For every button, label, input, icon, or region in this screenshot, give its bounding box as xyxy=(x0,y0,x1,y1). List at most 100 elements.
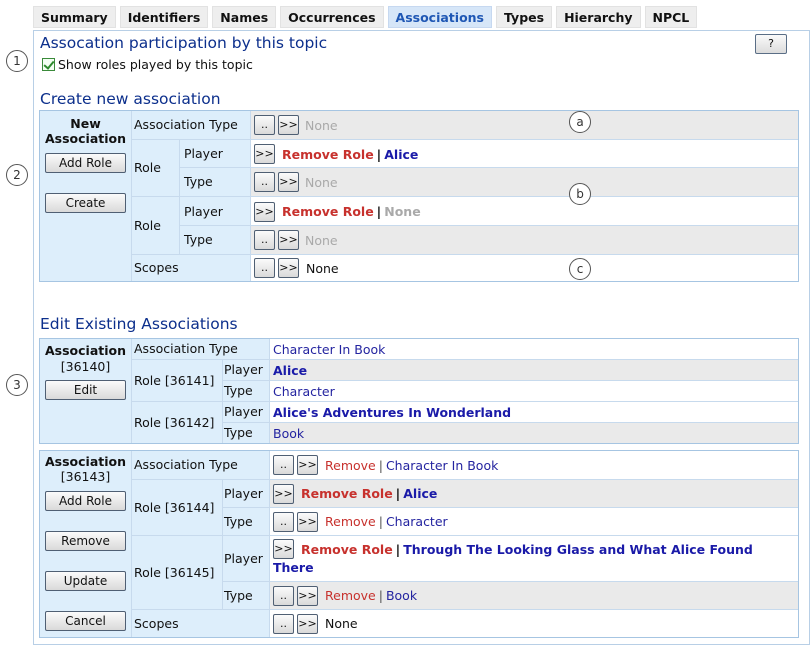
callout-marker-1: 1 xyxy=(6,50,28,72)
tab-occurrences[interactable]: Occurrences xyxy=(280,6,384,28)
add-role-button[interactable]: Add Role xyxy=(45,153,126,173)
existing-association-1-table: Association [36140] Edit Association Typ… xyxy=(39,338,799,444)
assoc-type-label: Association Type xyxy=(132,111,250,139)
role-36144-player-cell: >> Remove Role | Alice xyxy=(270,480,798,507)
role-2-player-select-button[interactable]: >> xyxy=(254,201,275,222)
separator: | xyxy=(376,146,382,162)
role-36144-player-select-button[interactable]: >> xyxy=(273,483,294,504)
role-36145-remove-role-link[interactable]: Remove Role xyxy=(301,541,393,558)
role-36145-player-cell: >> Remove Role | Through The Looking Gla… xyxy=(270,536,798,581)
role-36142-player-label: Player xyxy=(223,402,269,422)
role-1-player-select-button[interactable]: >> xyxy=(254,144,275,164)
grid-line xyxy=(222,480,223,609)
role-36145-type-browse-button[interactable]: .. xyxy=(273,585,294,606)
assoc-type-value: None xyxy=(305,117,338,133)
role-36142-type-cell: Book xyxy=(270,423,798,443)
scopes-value: None xyxy=(306,260,339,276)
role-36144-type-cell: .. >> Remove | Character xyxy=(270,508,798,535)
assoc-2-type-select-button[interactable]: >> xyxy=(297,455,318,475)
callout-marker-3: 3 xyxy=(6,374,28,396)
role-36144-remove-role-link[interactable]: Remove Role xyxy=(301,486,393,501)
tab-summary[interactable]: Summary xyxy=(33,6,116,28)
update-button[interactable]: Update xyxy=(45,571,126,591)
tab-associations[interactable]: Associations xyxy=(387,6,492,28)
role-36141-type-value[interactable]: Character xyxy=(273,384,335,399)
role-1-type-select-button[interactable]: >> xyxy=(278,172,299,192)
separator: | xyxy=(378,588,383,603)
role-36145-type-value[interactable]: Book xyxy=(386,588,417,603)
role-36142-player-value[interactable]: Alice's Adventures In Wonderland xyxy=(273,405,511,420)
role-2-player-value: None xyxy=(384,204,421,219)
scopes-browse-button[interactable]: .. xyxy=(254,258,275,278)
role-1-player-value[interactable]: Alice xyxy=(384,147,418,162)
tab-types[interactable]: Types xyxy=(496,6,553,28)
callout-marker-b: b xyxy=(569,183,591,205)
assoc-type-select-button[interactable]: >> xyxy=(278,115,299,135)
role-1-label: Role xyxy=(132,140,179,196)
role-1-player-label: Player xyxy=(180,140,250,168)
association-2-label: Association xyxy=(44,454,127,469)
scopes-cell: .. >> None xyxy=(251,255,798,281)
existing-association-2-table: Association [36143] Add Role Remove Upda… xyxy=(39,450,799,638)
role-36141-type-cell: Character xyxy=(270,381,798,401)
role-1-type-browse-button[interactable]: .. xyxy=(254,172,275,192)
separator: | xyxy=(378,457,383,473)
role-2-type-label: Type xyxy=(180,226,250,254)
add-role-button[interactable]: Add Role xyxy=(45,491,126,511)
assoc-2-type-remove-link[interactable]: Remove xyxy=(325,458,376,473)
help-button[interactable]: ? xyxy=(755,34,787,54)
role-36142-player-cell: Alice's Adventures In Wonderland xyxy=(270,402,798,422)
assoc-type-browse-button[interactable]: .. xyxy=(254,115,275,135)
grid-line xyxy=(223,422,798,423)
assoc-2-type-browse-button[interactable]: .. xyxy=(273,455,294,475)
role-36144-type-select-button[interactable]: >> xyxy=(297,511,318,532)
role-2-type-select-button[interactable]: >> xyxy=(278,230,299,250)
role-36141-player-value[interactable]: Alice xyxy=(273,363,307,378)
tab-hierarchy[interactable]: Hierarchy xyxy=(556,6,641,28)
role-36142-type-value[interactable]: Book xyxy=(273,426,304,441)
tab-npcl[interactable]: NPCL xyxy=(644,6,698,28)
assoc-2-type-value[interactable]: Character In Book xyxy=(386,458,498,473)
show-roles-label: Show roles played by this topic xyxy=(58,57,253,72)
edit-button[interactable]: Edit xyxy=(45,380,126,400)
create-association-table: New Association Add Role Create Associat… xyxy=(39,110,799,282)
role-36145-type-remove-link[interactable]: Remove xyxy=(325,588,376,603)
role-36145-label: Role [36145] xyxy=(132,536,222,609)
role-36145-player-select-button[interactable]: >> xyxy=(273,539,294,559)
role-36145-player-value-line1[interactable]: Through The Looking Glass and What Alice… xyxy=(403,541,753,558)
create-button[interactable]: Create xyxy=(45,193,126,213)
role-2-type-browse-button[interactable]: .. xyxy=(254,230,275,250)
grid-line xyxy=(223,507,798,508)
role-2-remove-role-link[interactable]: Remove Role xyxy=(282,204,374,219)
role-36145-type-cell: .. >> Remove | Book xyxy=(270,582,798,609)
role-1-type-cell: .. >> None xyxy=(251,168,798,196)
role-2-type-value: None xyxy=(305,232,338,248)
role-1-remove-role-link[interactable]: Remove Role xyxy=(282,147,374,162)
role-36145-player-value-line2[interactable]: There xyxy=(273,559,798,576)
role-36144-type-value[interactable]: Character xyxy=(386,514,448,529)
scopes-select-button[interactable]: >> xyxy=(278,258,299,278)
assoc-2-type-cell: .. >> Remove | Character In Book xyxy=(270,451,798,479)
association-1-id: [36140] xyxy=(60,359,111,374)
role-36144-type-remove-link[interactable]: Remove xyxy=(325,514,376,529)
show-roles-checkbox[interactable] xyxy=(42,58,55,71)
tab-identifiers[interactable]: Identifiers xyxy=(119,6,209,28)
assoc-2-scopes-browse-button[interactable]: .. xyxy=(273,613,294,634)
role-36144-type-browse-button[interactable]: .. xyxy=(273,511,294,532)
assoc-2-scopes-select-button[interactable]: >> xyxy=(297,613,318,634)
role-1-player-cell: >> Remove Role | Alice xyxy=(251,140,798,168)
remove-association-button[interactable]: Remove xyxy=(45,531,126,551)
grid-line xyxy=(179,140,180,254)
callout-marker-2: 2 xyxy=(6,164,28,186)
assoc-2-scopes-cell: .. >> None xyxy=(270,610,798,637)
role-36145-type-select-button[interactable]: >> xyxy=(297,585,318,606)
separator: | xyxy=(395,486,401,501)
role-1-type-label: Type xyxy=(180,168,250,196)
tab-names[interactable]: Names xyxy=(212,6,277,28)
role-36144-player-value[interactable]: Alice xyxy=(403,486,437,501)
cancel-button[interactable]: Cancel xyxy=(45,611,126,631)
scopes-label: Scopes xyxy=(132,255,250,281)
assoc-1-type-cell: Character In Book xyxy=(270,339,798,359)
grid-line xyxy=(132,359,798,360)
assoc-1-type-value[interactable]: Character In Book xyxy=(273,342,385,357)
